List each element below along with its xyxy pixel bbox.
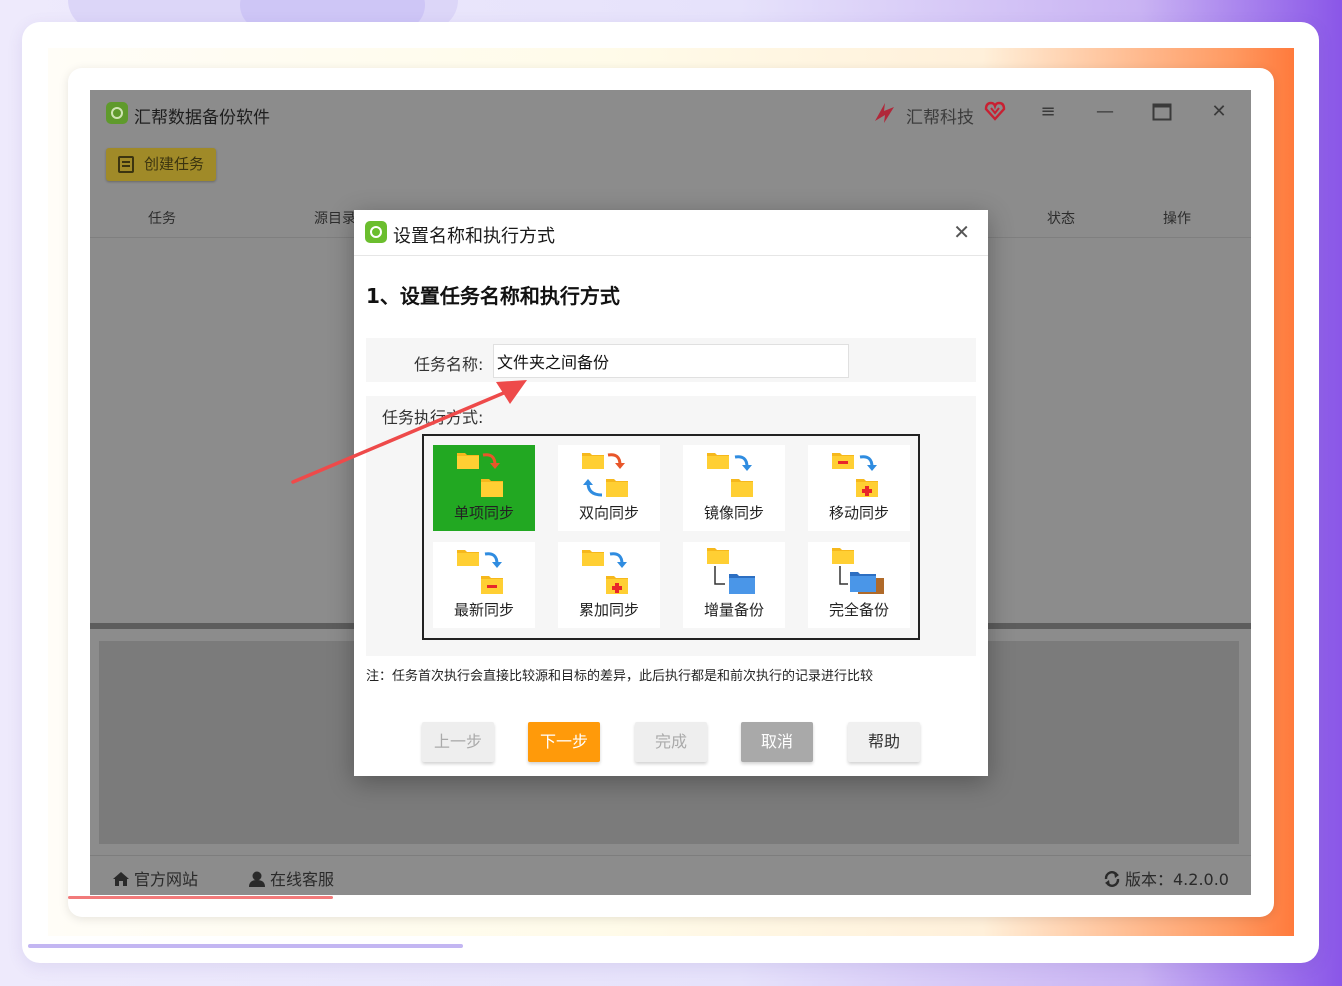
mode-move-sync[interactable]: 移动同步 [808,445,910,531]
menu-icon[interactable]: ≡ [1037,101,1059,123]
mode-cumulative-sync[interactable]: 累加同步 [558,542,660,628]
previous-step-button[interactable]: 上一步 [422,722,494,762]
status-bar: 官方网站 在线客服 版本：4.2.0.0 [90,855,1251,896]
version-info[interactable]: 版本：4.2.0.0 [1103,866,1229,890]
mode-latest-sync[interactable]: 最新同步 [433,542,535,628]
dialog-close-icon[interactable]: ✕ [953,220,970,244]
refresh-icon [1104,871,1120,887]
app-title: 汇帮数据备份软件 [134,108,270,128]
next-step-button[interactable]: 下一步 [528,722,600,762]
dialog-title: 设置名称和执行方式 [393,226,555,247]
create-task-button[interactable]: 创建任务 [106,148,216,181]
mode-label: 单项同步 [453,504,514,522]
maximize-icon[interactable] [1151,101,1173,123]
finish-button[interactable]: 完成 [635,722,707,762]
mode-label: 增量备份 [703,601,764,619]
support-link[interactable]: 在线客服 [248,866,334,890]
mode-label: 累加同步 [578,601,639,619]
cancel-button[interactable]: 取消 [741,722,813,762]
minimize-icon[interactable]: — [1094,101,1116,123]
mode-label: 移动同步 [828,504,889,522]
latest-sync-icon [457,550,503,594]
column-actions: 操作 [1163,211,1191,227]
task-name-input[interactable] [493,344,849,378]
dialog-header: 设置名称和执行方式 ✕ [354,210,988,256]
step-title: 1、设置任务名称和执行方式 [366,284,620,308]
decor-line [68,896,333,899]
mode-one-way-sync[interactable]: 单项同步 [433,445,535,531]
task-name-row: 任务名称: [366,338,976,382]
column-status: 状态 [1047,211,1075,227]
app-logo-icon [365,221,387,243]
two-way-sync-icon [582,453,628,497]
decor-line [28,944,463,948]
move-sync-icon [832,453,878,497]
home-icon [113,872,129,886]
settings-dialog: 设置名称和执行方式 ✕ 1、设置任务名称和执行方式 任务名称: 任务执行方式: … [354,210,988,776]
column-task: 任务 [148,211,176,227]
execution-mode-label: 任务执行方式: [382,408,484,427]
brand-name: 汇帮科技 [906,108,974,128]
mode-label: 完全备份 [828,601,889,619]
incremental-backup-icon [707,548,755,594]
mode-label: 镜像同步 [703,504,764,522]
mode-label: 双向同步 [578,504,639,522]
app-logo-icon [106,102,128,124]
support-label: 在线客服 [270,870,335,889]
mode-label: 最新同步 [453,601,514,619]
mirror-sync-icon [707,453,753,497]
mode-mirror-sync[interactable]: 镜像同步 [683,445,785,531]
mode-full-backup[interactable]: 完全备份 [808,542,910,628]
execution-mode-area: 任务执行方式: 单项同步 双向同步 镜像同步 移动同步 最新同步 累加同步 增量… [366,396,976,656]
create-task-label: 创建任务 [144,155,205,173]
help-button[interactable]: 帮助 [848,722,920,762]
close-icon[interactable]: ✕ [1208,101,1230,123]
brand-heart-icon [984,101,1006,121]
full-backup-icon [832,548,884,594]
mode-two-way-sync[interactable]: 双向同步 [558,445,660,531]
website-link[interactable]: 官方网站 [112,866,198,890]
task-name-label: 任务名称: [414,355,484,374]
cumulative-sync-icon [582,550,628,594]
website-label: 官方网站 [134,870,199,889]
document-icon [118,156,134,173]
mode-note: 注：任务首次执行会直接比较源和目标的差异，此后执行都是和前次执行的记录进行比较 [366,669,874,684]
brand-logo-icon [875,103,894,123]
one-way-sync-icon [457,453,503,497]
mode-incremental-backup[interactable]: 增量备份 [683,542,785,628]
column-source: 源目录 [314,211,356,227]
support-icon [249,871,265,887]
version-label: 版本：4.2.0.0 [1125,870,1229,889]
mode-grid: 单项同步 双向同步 镜像同步 移动同步 最新同步 累加同步 增量备份 完全备份 [422,434,920,640]
title-bar: 汇帮数据备份软件 汇帮科技 ≡ — ✕ [90,90,1251,136]
